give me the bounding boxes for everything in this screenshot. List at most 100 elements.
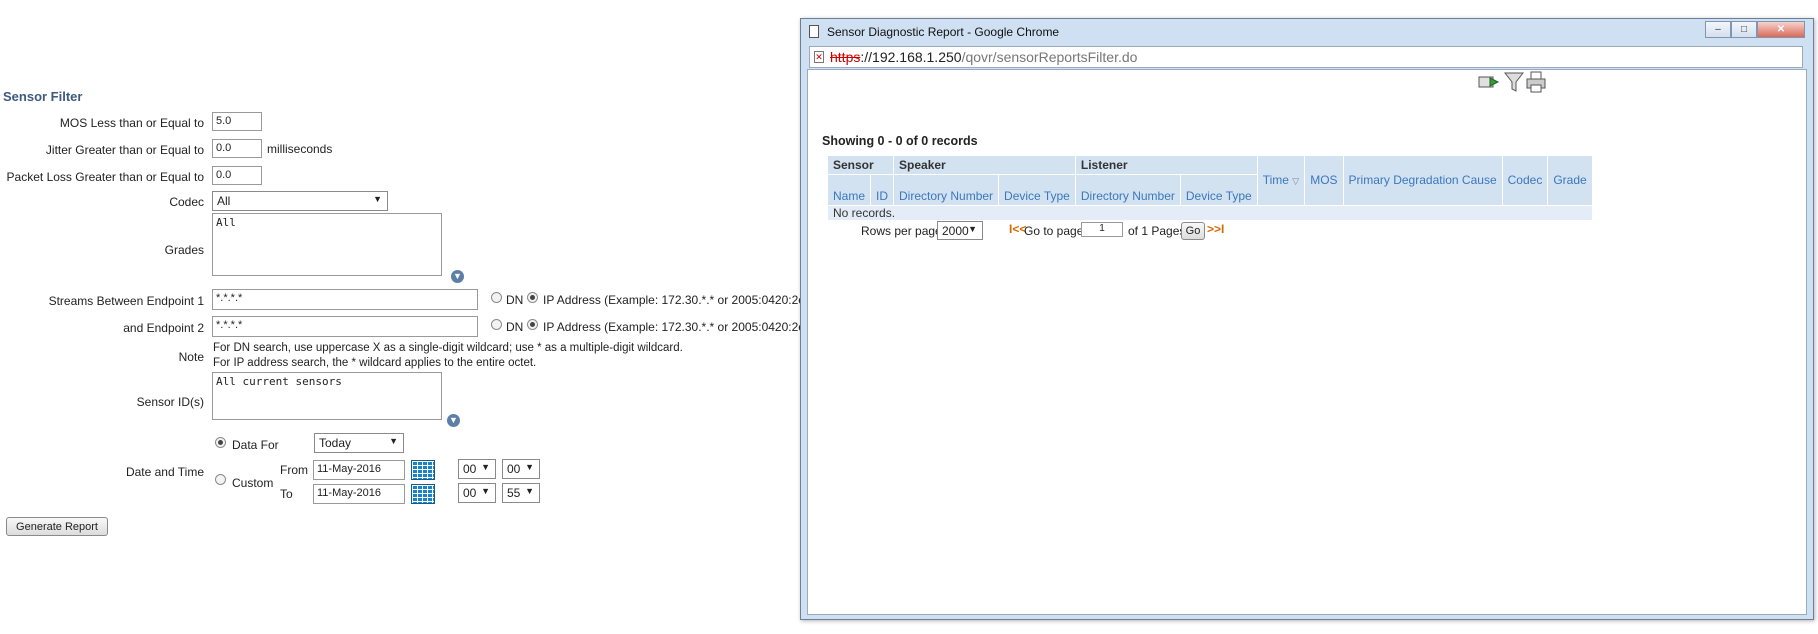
dropdown-arrow-icon: ▼ (968, 224, 977, 234)
group-header-sensor: Sensor (826, 155, 895, 175)
codec-label: Codec (169, 195, 204, 209)
to-minute-select[interactable]: 55 ▼ (502, 483, 540, 503)
window-title: Sensor Diagnostic Report - Google Chrome (827, 25, 1060, 39)
go-to-page-label: Go to page: (1024, 224, 1087, 238)
insecure-lock-icon: ✕ (814, 51, 824, 63)
grades-textarea[interactable]: All (212, 213, 442, 276)
column-header-sensor-id[interactable]: ID (870, 174, 895, 206)
endpoint1-ip-radio[interactable] (527, 292, 538, 303)
column-header-listener-device-type[interactable]: Device Type (1179, 174, 1258, 206)
url-host: ://192.168.1.250 (860, 49, 962, 65)
from-hour-select[interactable]: 00 ▼ (458, 459, 496, 479)
expand-grades-icon[interactable]: ▼ (451, 270, 464, 283)
packet-loss-input[interactable]: 0.0 (212, 166, 262, 185)
to-label: To (280, 487, 293, 501)
last-page-icon[interactable]: >>I (1207, 222, 1224, 236)
column-header-speaker-dn[interactable]: Directory Number (893, 174, 1000, 206)
records-summary: Showing 0 - 0 of 0 records (822, 134, 978, 148)
endpoint2-dn-radio[interactable] (491, 319, 502, 330)
note-line-1: For DN search, use uppercase X as a sing… (213, 342, 683, 354)
from-label: From (280, 463, 308, 477)
group-header-listener: Listener (1074, 155, 1258, 175)
go-button[interactable]: Go (1181, 222, 1205, 240)
rows-per-page-value: 2000 (942, 224, 969, 238)
data-for-select[interactable]: Today ▼ (314, 433, 404, 453)
column-header-speaker-device-type[interactable]: Device Type (998, 174, 1076, 206)
rows-per-page-select[interactable]: 2000 ▼ (937, 221, 983, 240)
from-minute-select[interactable]: 00 ▼ (502, 459, 540, 479)
group-header-speaker: Speaker (893, 155, 1076, 175)
column-header-codec[interactable]: Codec (1501, 155, 1549, 206)
column-header-mos[interactable]: MOS (1304, 155, 1344, 206)
report-content: Showing 0 - 0 of 0 records Sensor Speake… (807, 69, 1807, 615)
dropdown-arrow-icon: ▼ (525, 486, 534, 496)
address-bar[interactable]: ✕ https://192.168.1.250/qovr/sensorRepor… (809, 46, 1803, 68)
from-hour-value: 00 (463, 462, 477, 476)
custom-label: Custom (232, 476, 274, 490)
column-header-degradation-cause[interactable]: Primary Degradation Cause (1342, 155, 1503, 206)
page-number-input[interactable]: 1 (1081, 222, 1123, 237)
export-icon[interactable] (1478, 73, 1502, 91)
url-scheme: https (830, 49, 861, 65)
dropdown-arrow-icon: ▼ (481, 462, 490, 472)
page-count-text: of 1 Pages (1128, 224, 1186, 238)
to-hour-value: 00 (463, 486, 477, 500)
report-popup-window: Sensor Diagnostic Report - Google Chrome… (800, 18, 1814, 620)
from-calendar-icon[interactable] (411, 460, 435, 480)
to-hour-select[interactable]: 00 ▼ (458, 483, 496, 503)
column-header-time[interactable]: Time ▽ (1256, 155, 1306, 206)
endpoint2-input[interactable]: *.*.*.* (212, 316, 478, 337)
sensor-ids-textarea[interactable]: All current sensors (212, 372, 442, 420)
column-label-time: Time (1262, 172, 1289, 187)
to-date-input[interactable]: 11-May-2016 (313, 484, 405, 504)
dropdown-arrow-icon: ▼ (373, 194, 382, 204)
close-button[interactable]: ✕ (1757, 21, 1805, 38)
grades-label: Grades (164, 243, 204, 257)
expand-sensor-ids-icon[interactable]: ▼ (447, 414, 460, 427)
note-line-2: For IP address search, the * wildcard ap… (213, 357, 537, 369)
from-date-input[interactable]: 11-May-2016 (313, 460, 405, 480)
column-header-listener-dn[interactable]: Directory Number (1074, 174, 1181, 206)
data-for-select-value: Today (319, 436, 352, 450)
sensor-filter-title: Sensor Filter (3, 89, 83, 104)
endpoint2-dn-label: DN (506, 320, 524, 334)
dropdown-arrow-icon: ▼ (481, 486, 490, 496)
column-header-grade[interactable]: Grade (1547, 155, 1593, 206)
print-icon[interactable] (1526, 71, 1546, 93)
minimize-button[interactable]: – (1705, 21, 1731, 38)
endpoint1-dn-radio[interactable] (491, 292, 502, 303)
endpoint1-input[interactable]: *.*.*.* (212, 289, 478, 310)
custom-radio[interactable] (215, 474, 226, 485)
data-for-radio[interactable] (215, 437, 226, 448)
page-icon (809, 25, 819, 38)
endpoint1-dn-label: DN (506, 293, 524, 307)
from-minute-value: 00 (507, 462, 521, 476)
generate-report-button[interactable]: Generate Report (6, 517, 108, 536)
data-for-label: Data For (232, 438, 279, 452)
report-table: Sensor Speaker Listener Time ▽ MOS Prima… (826, 155, 1593, 221)
sort-icon: ▽ (1292, 175, 1300, 186)
maximize-button[interactable]: □ (1731, 21, 1757, 38)
jitter-input[interactable]: 0.0 (212, 139, 262, 158)
sensor-ids-label: Sensor ID(s) (136, 395, 204, 409)
codec-select-value: All (217, 194, 231, 208)
empty-table-message: No records. (827, 205, 1593, 221)
note-label: Note (178, 350, 204, 364)
endpoint1-label: Streams Between Endpoint 1 (48, 294, 204, 308)
dropdown-arrow-icon: ▼ (389, 436, 398, 446)
url-path: /qovr/sensorReportsFilter.do (961, 49, 1138, 65)
url-text: https://192.168.1.250/qovr/sensorReports… (830, 49, 1137, 65)
date-time-label: Date and Time (125, 465, 204, 479)
codec-select[interactable]: All ▼ (212, 191, 388, 211)
rows-per-page-label: Rows per page: (861, 224, 946, 238)
packet-loss-label: Packet Loss Greater than or Equal to (6, 170, 204, 184)
filter-icon[interactable] (1504, 71, 1524, 93)
jitter-label: Jitter Greater than or Equal to (45, 143, 204, 157)
to-minute-value: 55 (507, 486, 521, 500)
endpoint2-ip-radio[interactable] (527, 319, 538, 330)
mos-input[interactable]: 5.0 (212, 112, 262, 131)
endpoint2-label: and Endpoint 2 (123, 321, 204, 335)
to-calendar-icon[interactable] (411, 484, 435, 504)
column-header-sensor-name[interactable]: Name (826, 174, 872, 206)
jitter-unit: milliseconds (267, 142, 333, 156)
